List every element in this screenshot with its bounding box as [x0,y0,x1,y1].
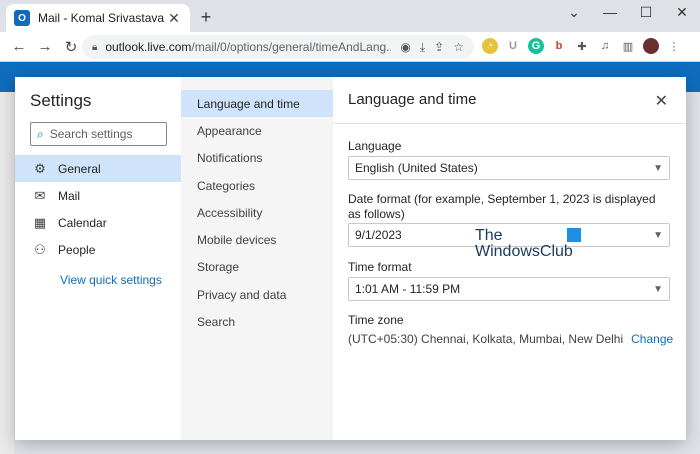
tab-search-icon[interactable]: ⌄ [556,0,592,26]
subnav-appearance[interactable]: Appearance [181,117,333,144]
date-format-label: Date format (for example, September 1, 2… [348,192,656,221]
search-settings-input[interactable]: ⌕ Search settings [30,122,167,146]
extensions-puzzle-icon[interactable]: ✚ [574,38,590,54]
search-placeholder: Search settings [49,127,133,141]
settings-subnav-list: Language and time Appearance Notificatio… [181,90,333,336]
grammarly-icon[interactable]: G [528,38,544,54]
subnav-notifications[interactable]: Notifications [181,145,333,172]
forward-icon[interactable]: → [32,38,58,55]
time-format-value: 1:01 AM - 11:59 PM [355,282,461,296]
chevron-down-icon: ▼ [653,283,663,295]
language-dropdown[interactable]: English (United States) ▼ [348,156,670,180]
tab-close-icon[interactable]: ✕ [166,10,182,27]
windows-logo-icon [567,228,581,242]
time-zone-label: Time zone [348,313,404,327]
install-app-icon[interactable]: ⤓ [420,40,425,55]
tab-title: Mail - Komal Srivastava - Outlook [38,11,166,25]
calendar-icon: ▦ [33,214,47,230]
outlook-favicon-icon: O [14,10,30,26]
url-text: outlook.live.com/mail/0/options/general/… [105,40,392,54]
watermark-line2: WindowsClub [475,243,573,260]
new-tab-button[interactable]: + [196,8,216,26]
reload-icon[interactable]: ↻ [58,38,84,56]
view-quick-settings-link[interactable]: View quick settings [60,273,162,287]
subnav-language-and-time[interactable]: Language and time [181,90,333,118]
maximize-icon[interactable]: ☐ [628,0,664,26]
windowsclub-watermark: The WindowsClub [475,227,581,260]
subnav-privacy-and-data[interactable]: Privacy and data [181,281,333,308]
nav-item-label: People [58,242,96,257]
settings-dialog: Settings ⌕ Search settings ⚙ General ✉ M… [15,77,686,440]
eye-icon[interactable]: ◉ [400,40,410,54]
window-controls: ⌄ — ☐ ✕ [556,0,700,26]
nav-item-label: Mail [58,188,81,203]
side-panel-icon[interactable]: ▥ [620,38,636,54]
change-time-zone-link[interactable]: Change [631,332,673,346]
nav-item-label: Calendar [58,215,107,230]
time-format-label: Time format [348,260,412,274]
subnav-categories[interactable]: Categories [181,172,333,199]
time-format-dropdown[interactable]: 1:01 AM - 11:59 PM ▼ [348,277,670,301]
media-icon[interactable]: ♫ [597,38,613,54]
time-zone-value: (UTC+05:30) Chennai, Kolkata, Mumbai, Ne… [348,332,624,346]
extension-y-icon[interactable]: ◔ [482,38,498,54]
extension-u-icon[interactable]: U [505,38,521,54]
share-icon[interactable]: ⇪ [434,40,444,54]
address-bar[interactable]: 🔒︎ outlook.live.com/mail/0/options/gener… [82,35,474,59]
people-icon: ⚇ [34,241,46,257]
close-icon[interactable]: ✕ [655,91,668,111]
language-label: Language [348,139,402,153]
settings-nav-list: ⚙ General ✉ Mail ▦ Calendar ⚇ People [15,155,181,263]
minimize-icon[interactable]: — [592,0,628,26]
lock-icon[interactable]: 🔒︎ [92,42,97,53]
extensions-area: ◔ U G b ✚ ♫ ▥ ⋮ [482,38,682,54]
more-menu-icon[interactable]: ⋮ [666,38,682,54]
nav-item-people[interactable]: ⚇ People [15,236,181,263]
browser-tabstrip: O Mail - Komal Srivastava - Outlook ✕ + … [0,0,700,32]
nav-item-general[interactable]: ⚙ General [15,155,181,182]
nav-item-label: General [58,161,101,176]
chevron-down-icon: ▼ [653,162,663,174]
mail-icon: ✉ [34,187,46,203]
nav-item-calendar[interactable]: ▦ Calendar [15,209,181,236]
panel-divider [333,123,686,124]
bookmark-star-icon[interactable]: ☆ [453,40,464,54]
gear-icon: ⚙ [34,160,46,176]
chevron-down-icon: ▼ [653,229,663,241]
settings-subnav-column: Language and time Appearance Notificatio… [181,77,333,440]
panel-title: Language and time [348,91,477,108]
subnav-mobile-devices[interactable]: Mobile devices [181,226,333,253]
nav-item-mail[interactable]: ✉ Mail [15,182,181,209]
outlook-left-rail [0,92,14,454]
close-window-icon[interactable]: ✕ [664,0,700,26]
watermark-line1: The [475,227,503,244]
profile-avatar[interactable] [643,38,659,54]
language-value: English (United States) [355,161,478,175]
subnav-accessibility[interactable]: Accessibility [181,199,333,226]
subnav-search[interactable]: Search [181,308,333,335]
subnav-storage[interactable]: Storage [181,254,333,281]
settings-nav-column: Settings ⌕ Search settings ⚙ General ✉ M… [15,77,181,440]
back-icon[interactable]: ← [6,38,32,55]
time-zone-row: (UTC+05:30) Chennai, Kolkata, Mumbai, Ne… [348,332,673,346]
browser-toolbar: ← → ↻ 🔒︎ outlook.live.com/mail/0/options… [0,32,700,62]
search-icon: ⌕ [37,126,44,141]
settings-title: Settings [30,91,92,110]
bing-icon[interactable]: b [551,38,567,54]
browser-tab[interactable]: O Mail - Komal Srivastava - Outlook ✕ [6,4,190,32]
